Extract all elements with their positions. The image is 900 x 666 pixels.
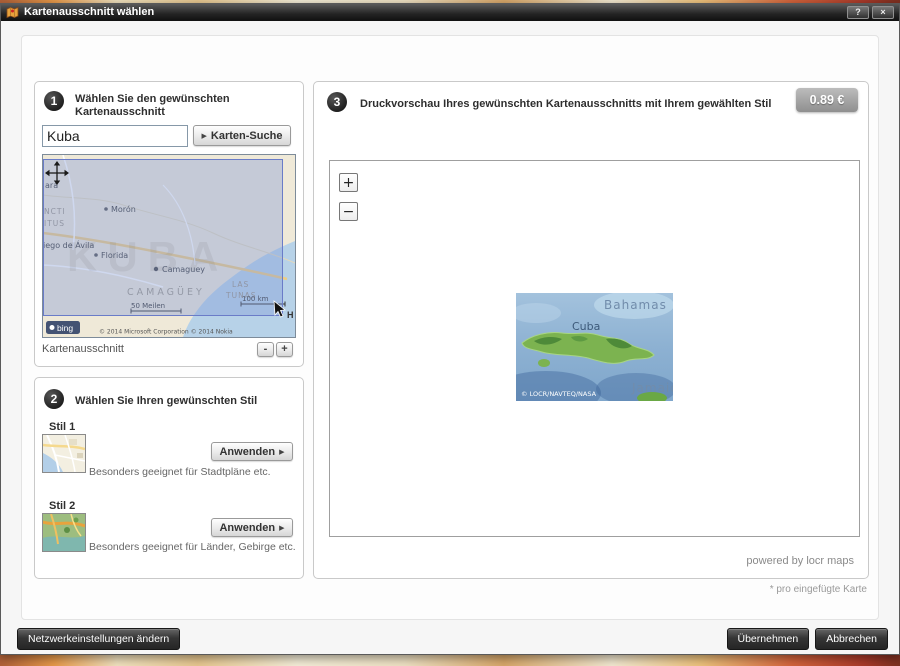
network-settings-button[interactable]: Netzwerkeinstellungen ändern	[17, 628, 180, 650]
style2-thumbnail	[42, 513, 86, 552]
style2-apply-button[interactable]: Anwenden ▶	[211, 518, 293, 537]
map-selection-canvas[interactable]: KUBA ara NCTI ITUS Morón iego de Ávila F…	[42, 154, 296, 338]
arrow-right-icon: ▶	[279, 448, 284, 456]
map-zoom-in-button[interactable]: +	[276, 342, 293, 357]
step1-panel: 1 Wählen Sie den gewünschten Kartenaussc…	[34, 81, 304, 367]
step3-panel: 3 Druckvorschau Ihres gewünschten Karten…	[313, 81, 869, 579]
style2-apply-label: Anwenden	[219, 522, 275, 534]
help-button[interactable]: ?	[847, 6, 869, 19]
arrow-right-icon: ▶	[279, 524, 284, 532]
style1-apply-label: Anwenden	[219, 446, 275, 458]
step1-heading-line1: Wählen Sie den gewünschten	[75, 93, 230, 106]
map-dialog-window: Kartenausschnitt wählen ? × 1 Wählen Sie…	[0, 3, 900, 655]
step1-heading: Wählen Sie den gewünschten Kartenausschn…	[75, 93, 230, 119]
preview-label-bahamas: Bahamas	[604, 298, 667, 312]
preview-map-image: Bahamas Cuba Jamaica © LOCR/NAVTEQ/NASA	[516, 293, 673, 401]
step1-heading-line2: Kartenausschnitt	[75, 106, 230, 119]
preview-zoom-out-button[interactable]: −	[339, 202, 358, 221]
cancel-button[interactable]: Abbrechen	[815, 628, 888, 650]
style1-name: Stil 1	[49, 421, 75, 433]
powered-by-label: powered by locr maps	[746, 555, 854, 567]
style2-name: Stil 2	[49, 500, 75, 512]
preview-zoom-in-button[interactable]: +	[339, 173, 358, 192]
style1-description: Besonders geeignet für Stadtpläne etc.	[89, 466, 299, 479]
map-caption: Kartenausschnitt	[42, 343, 124, 355]
map-label-h: H	[287, 310, 294, 320]
step2-panel: 2 Wählen Sie Ihren gewünschten Stil Stil…	[34, 377, 304, 579]
preview-copyright: © LOCR/NAVTEQ/NASA	[521, 390, 597, 398]
style1-apply-button[interactable]: Anwenden ▶	[211, 442, 293, 461]
step2-number-badge: 2	[44, 389, 64, 409]
map-search-button[interactable]: ▶ Karten-Suche	[193, 125, 291, 146]
map-search-input[interactable]	[42, 125, 188, 147]
price-badge: 0.89 €	[796, 88, 858, 112]
map-copyright: © 2014 Microsoft Corporation © 2014 Noki…	[99, 329, 233, 336]
step1-number-badge: 1	[44, 91, 64, 111]
map-app-icon	[6, 6, 19, 19]
window-title: Kartenausschnitt wählen	[24, 4, 844, 21]
arrow-right-icon: ▶	[202, 132, 207, 140]
titlebar[interactable]: Kartenausschnitt wählen ? ×	[1, 4, 899, 21]
style1-thumbnail	[42, 434, 86, 473]
bing-logo-label: bing	[57, 323, 73, 333]
step3-number-badge: 3	[327, 92, 347, 112]
style2-description: Besonders geeignet für Länder, Gebirge e…	[89, 541, 299, 554]
map-search-label: Karten-Suche	[211, 130, 283, 142]
print-preview-area[interactable]: + −	[329, 160, 860, 537]
step3-heading: Druckvorschau Ihres gewünschten Kartenau…	[360, 98, 790, 111]
footer-actions: Übernehmen Abbrechen	[727, 628, 889, 650]
close-button[interactable]: ×	[872, 6, 894, 19]
step2-heading: Wählen Sie Ihren gewünschten Stil	[75, 395, 257, 408]
map-selection-rect[interactable]	[44, 160, 283, 316]
preview-label-cuba: Cuba	[572, 320, 600, 333]
apply-button[interactable]: Übernehmen	[727, 628, 810, 650]
map-zoom-out-button[interactable]: -	[257, 342, 274, 357]
preview-label-jamaica: Jamaica	[631, 381, 673, 395]
price-footnote: * pro eingefügte Karte	[770, 584, 867, 595]
